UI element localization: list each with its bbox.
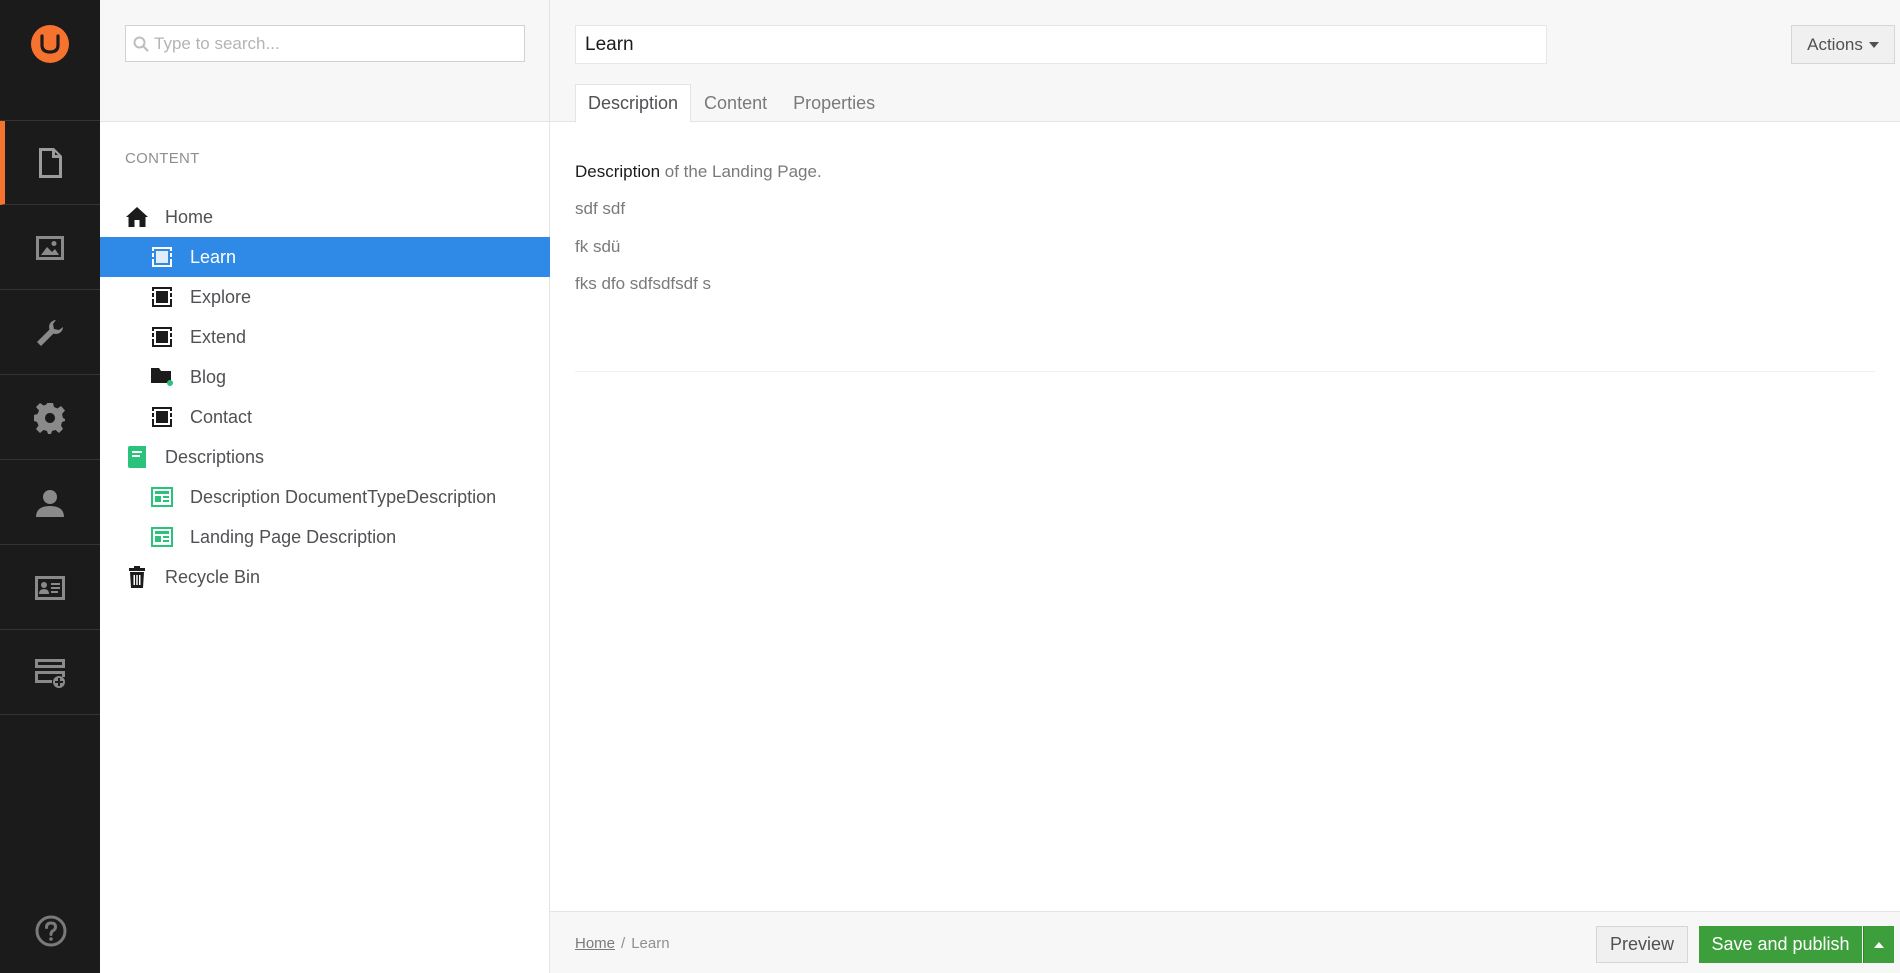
section-sidebar — [0, 0, 100, 973]
section-media[interactable] — [0, 206, 100, 290]
newspaper-icon — [150, 485, 174, 509]
caret-up-icon — [1874, 941, 1884, 948]
forms-icon — [35, 658, 65, 688]
tree-node-descriptions[interactable]: Descriptions — [100, 437, 550, 477]
landing-page-icon — [150, 285, 174, 309]
editor-tabs: Description Content Properties — [575, 84, 888, 123]
tree-node-contact[interactable]: Contact — [100, 397, 550, 437]
content-tree-panel: CONTENT Home Learn Explore Extend Blog — [100, 0, 550, 973]
tree-node-label: Learn — [190, 246, 237, 267]
tree-node-label: Explore — [190, 286, 252, 307]
tree-node-explore[interactable]: Explore — [100, 277, 550, 317]
breadcrumb-current: Learn — [631, 935, 670, 952]
landing-page-icon — [150, 325, 174, 349]
tree-node-label: Blog — [190, 366, 227, 387]
preview-button[interactable]: Preview — [1596, 926, 1688, 963]
save-and-publish-button[interactable]: Save and publish — [1699, 926, 1862, 963]
image-icon — [36, 235, 64, 260]
breadcrumb-separator: / — [621, 935, 626, 952]
wrench-icon — [37, 319, 63, 346]
user-icon — [36, 489, 64, 517]
tree-node-recycle-bin[interactable]: Recycle Bin — [100, 557, 550, 597]
tree-node-extend[interactable]: Extend — [100, 317, 550, 357]
description-line: sdf sdf — [575, 199, 626, 218]
tree-node-label: Description DocumentTypeDescription — [190, 486, 497, 507]
tree-header — [100, 0, 549, 122]
tree-node-blog[interactable]: Blog — [100, 357, 550, 397]
help-icon[interactable] — [35, 915, 67, 947]
tab-content[interactable]: Content — [691, 84, 780, 123]
description-line: fk sdü — [575, 237, 621, 256]
tree-search-box[interactable] — [125, 25, 525, 62]
tree-node-learn[interactable]: Learn — [100, 237, 550, 277]
description-line: fks dfo sdfsdfsdf s — [575, 274, 712, 293]
book-icon — [125, 445, 149, 469]
tree-section-label: CONTENT — [125, 150, 200, 167]
folder-icon — [150, 365, 174, 389]
section-users[interactable] — [0, 461, 100, 545]
tab-description[interactable]: Description — [575, 84, 692, 123]
tree-node-label: Landing Page Description — [190, 526, 397, 547]
tree-node-landing-page-description[interactable]: Landing Page Description — [100, 517, 550, 557]
document-icon — [39, 147, 62, 178]
id-card-icon — [35, 575, 65, 600]
node-name-input[interactable] — [575, 25, 1547, 64]
section-content[interactable] — [0, 121, 100, 205]
tree-node-label: Contact — [190, 406, 253, 427]
editor-header: Actions Description Content Properties — [550, 0, 1900, 123]
section-members[interactable] — [0, 546, 100, 630]
description-block: Description of the Landing Page. sdf sdf… — [575, 160, 1875, 372]
landing-page-icon — [150, 405, 174, 429]
actions-button[interactable]: Actions — [1791, 25, 1895, 64]
section-forms[interactable] — [0, 631, 100, 715]
search-icon — [133, 36, 149, 52]
tree-node-label: Home — [165, 206, 214, 227]
description-rest: of the Landing Page. — [660, 162, 822, 181]
description-first-line: Description of the Landing Page. — [575, 162, 822, 182]
landing-page-icon — [150, 245, 174, 269]
home-icon — [125, 205, 149, 229]
trash-icon — [125, 565, 149, 589]
tree-node-description-doctype[interactable]: Description DocumentTypeDescription — [100, 477, 550, 517]
tree-search-input[interactable] — [154, 26, 520, 61]
section-developer[interactable] — [0, 376, 100, 460]
umbraco-logo-icon[interactable] — [31, 25, 69, 63]
tree-node-label: Descriptions — [165, 446, 265, 467]
tab-properties[interactable]: Properties — [780, 84, 888, 123]
newspaper-icon — [150, 525, 174, 549]
caret-down-icon — [1868, 41, 1879, 48]
breadcrumb-home-link[interactable]: Home — [575, 935, 615, 952]
tree-node-home[interactable]: Home — [100, 197, 550, 237]
section-settings[interactable] — [0, 291, 100, 375]
description-bold: Description — [575, 162, 661, 181]
editor-footer: Home / Learn Preview Save and publish — [550, 911, 1900, 973]
actions-label: Actions — [1807, 34, 1863, 54]
breadcrumb: Home / Learn — [575, 935, 670, 952]
tree-node-label: Extend — [190, 326, 247, 347]
publish-options-button[interactable] — [1863, 926, 1894, 963]
content-editor: Actions Description Content Properties D… — [550, 0, 1900, 973]
gear-icon — [34, 402, 65, 434]
tree-node-label: Recycle Bin — [165, 566, 261, 587]
